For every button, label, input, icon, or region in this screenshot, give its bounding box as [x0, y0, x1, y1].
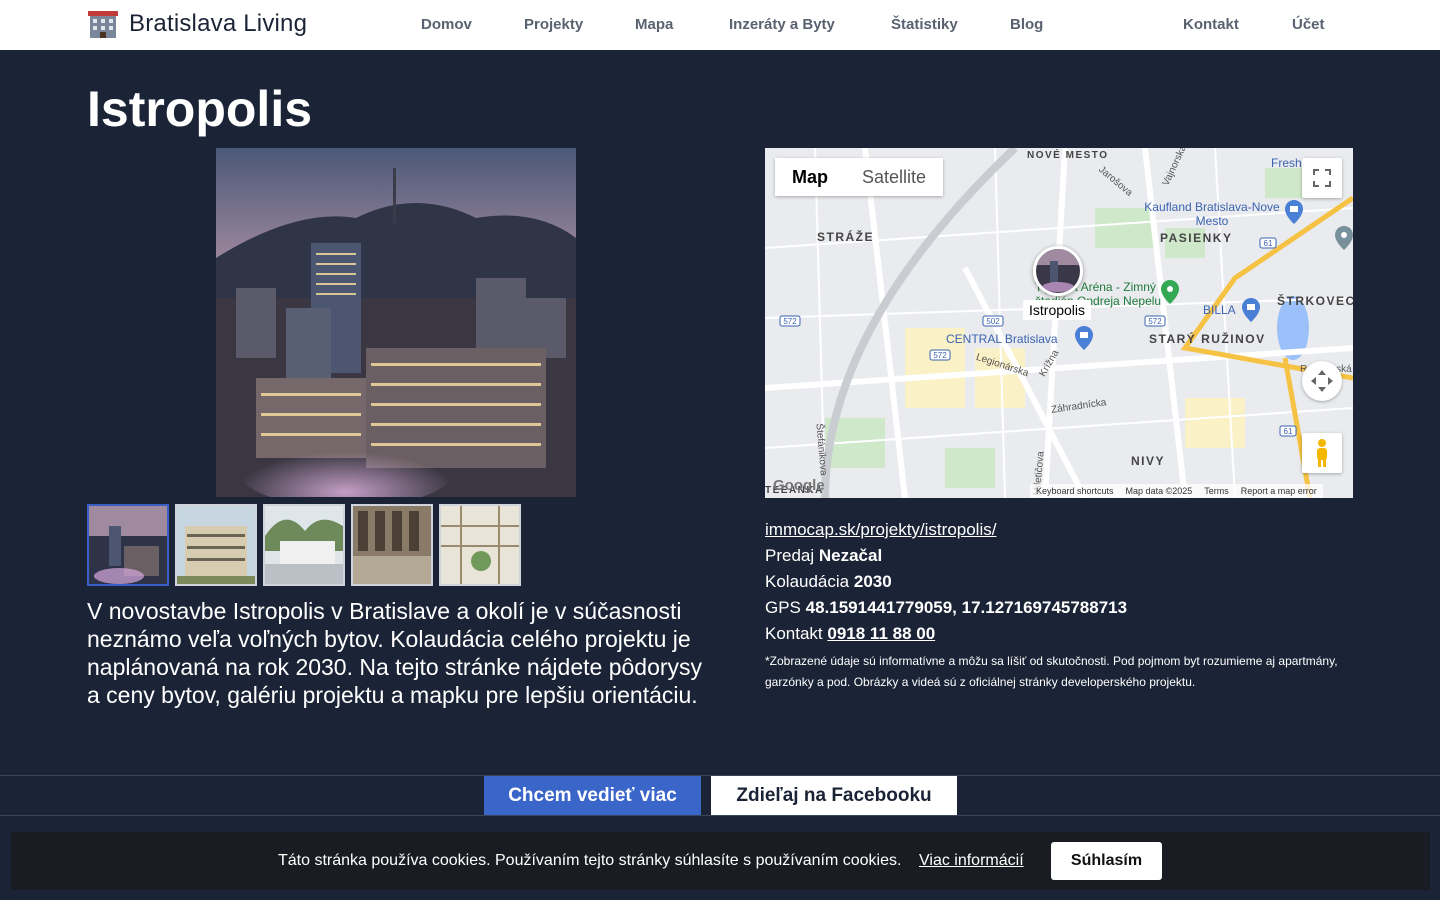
pegman-icon: [1317, 439, 1327, 467]
project-info: immocap.sk/projekty/istropolis/ Predaj N…: [765, 517, 1355, 693]
terms-link[interactable]: Terms: [1204, 486, 1229, 496]
nav-link-listings[interactable]: Inzeráty a Byty: [729, 16, 835, 33]
project-render-image: [216, 148, 576, 497]
map-attribution: Keyboard shortcuts Map data ©2025 Terms …: [1030, 484, 1323, 498]
shopping-pin-icon: [1285, 200, 1303, 224]
cookie-message: Táto stránka používa cookies. Používaním…: [278, 852, 902, 869]
sale-status-value: Nezačal: [818, 546, 883, 565]
map-district-label: PASIENKY: [1160, 231, 1233, 245]
map-district-label: ŠTRKOVEC: [1277, 294, 1353, 308]
gallery-main-image[interactable]: [216, 148, 576, 497]
cookie-accept-button[interactable]: Súhlasím: [1051, 842, 1162, 880]
map-district-label: NOVÉ MESTO: [1027, 150, 1109, 161]
project-marker-image: [1036, 249, 1080, 293]
keyboard-shortcuts-link[interactable]: Keyboard shortcuts: [1036, 486, 1114, 496]
building-icon: [88, 11, 118, 38]
project-website-link[interactable]: immocap.sk/projekty/istropolis/: [765, 520, 996, 539]
shopping-pin-icon: [1242, 298, 1260, 322]
nav-link-contact[interactable]: Kontakt: [1183, 16, 1239, 33]
nav-link-statistics[interactable]: Štatistiky: [891, 16, 958, 33]
page-title: Istropolis: [87, 81, 313, 137]
map-pin-icon: [1335, 226, 1353, 250]
completion-row: Kolaudácia 2030: [765, 572, 892, 591]
gps-value: 48.1591441779059, 17.127169745788713: [805, 598, 1128, 617]
brand-name: Bratislava Living: [129, 10, 308, 37]
svg-text:572: 572: [1148, 317, 1162, 326]
gallery-thumbnails: [87, 504, 521, 586]
gallery-thumbnail-4[interactable]: [351, 504, 433, 586]
contact-phone-link[interactable]: 0918 11 88 00: [827, 624, 935, 643]
project-marker-label: Istropolis: [1023, 300, 1092, 320]
fullscreen-button[interactable]: [1302, 158, 1342, 198]
map-camera-control[interactable]: [1302, 361, 1342, 401]
gallery-thumbnail-2[interactable]: [175, 504, 257, 586]
stadium-pin-icon: [1161, 280, 1179, 304]
contact-row: Kontakt 0918 11 88 00: [765, 624, 936, 643]
map-type-switcher: Map Satellite: [775, 158, 944, 196]
top-navigation: Bratislava Living Domov Projekty Mapa In…: [0, 0, 1440, 50]
nav-link-blog[interactable]: Blog: [1010, 16, 1043, 33]
map-data-text: Map data ©2025: [1125, 486, 1193, 496]
map-place-label: Fresh: [1271, 156, 1302, 170]
project-map[interactable]: 572 502 572 572 61 61 NOVÉ MESTO STRÁŽE PASIE…: [765, 148, 1353, 498]
disclaimer-text: *Zobrazené údaje sú informatívne a môžu …: [765, 654, 1338, 689]
map-type-map-button[interactable]: Map: [775, 158, 845, 196]
nav-link-account[interactable]: Účet: [1292, 16, 1325, 33]
svg-text:61: 61: [1284, 427, 1293, 436]
gallery-thumbnail-1[interactable]: [87, 504, 169, 586]
shopping-pin-icon: [1075, 326, 1093, 350]
map-district-label: STRÁŽE: [817, 230, 874, 244]
nav-link-map[interactable]: Mapa: [635, 16, 673, 33]
fullscreen-icon: [1313, 169, 1331, 187]
svg-text:572: 572: [933, 351, 947, 360]
street-view-pegman[interactable]: [1302, 433, 1342, 473]
cookie-banner: Táto stránka používa cookies. Používaním…: [11, 832, 1430, 890]
report-error-link[interactable]: Report a map error: [1241, 486, 1317, 496]
gallery-thumbnail-5[interactable]: [439, 504, 521, 586]
project-map-marker[interactable]: [1033, 246, 1083, 296]
svg-text:572: 572: [783, 317, 797, 326]
nav-link-projects[interactable]: Projekty: [524, 16, 583, 33]
nav-link-home[interactable]: Domov: [421, 16, 472, 33]
google-logo: Google: [773, 477, 825, 494]
completion-value: 2030: [853, 572, 892, 591]
sale-status-row: Predaj Nezačal: [765, 546, 883, 565]
cookie-more-info-link[interactable]: Viac informácií: [919, 852, 1024, 870]
map-place-label: Kaufland Bratislava-Nove Mesto: [1144, 200, 1280, 228]
gallery-thumbnail-3[interactable]: [263, 504, 345, 586]
share-facebook-button[interactable]: Zdieľaj na Facebooku: [711, 776, 957, 815]
project-description: V novostavbe Istropolis v Bratislave a o…: [87, 598, 703, 708]
map-district-label: STARÝ RUŽINOV: [1149, 332, 1266, 346]
map-type-satellite-button[interactable]: Satellite: [845, 158, 944, 196]
learn-more-button[interactable]: Chcem vedieť viac: [484, 776, 701, 815]
brand-logo[interactable]: Bratislava Living: [87, 8, 307, 40]
pan-arrows-icon: [1311, 370, 1333, 392]
svg-text:502: 502: [986, 317, 1000, 326]
map-place-label: BILLA: [1203, 303, 1236, 317]
svg-text:61: 61: [1264, 239, 1273, 248]
map-place-label: CENTRAL Bratislava: [946, 332, 1058, 346]
gps-row: GPS 48.1591441779059, 17.127169745788713: [765, 598, 1128, 617]
map-district-label: NIVY: [1131, 454, 1166, 468]
